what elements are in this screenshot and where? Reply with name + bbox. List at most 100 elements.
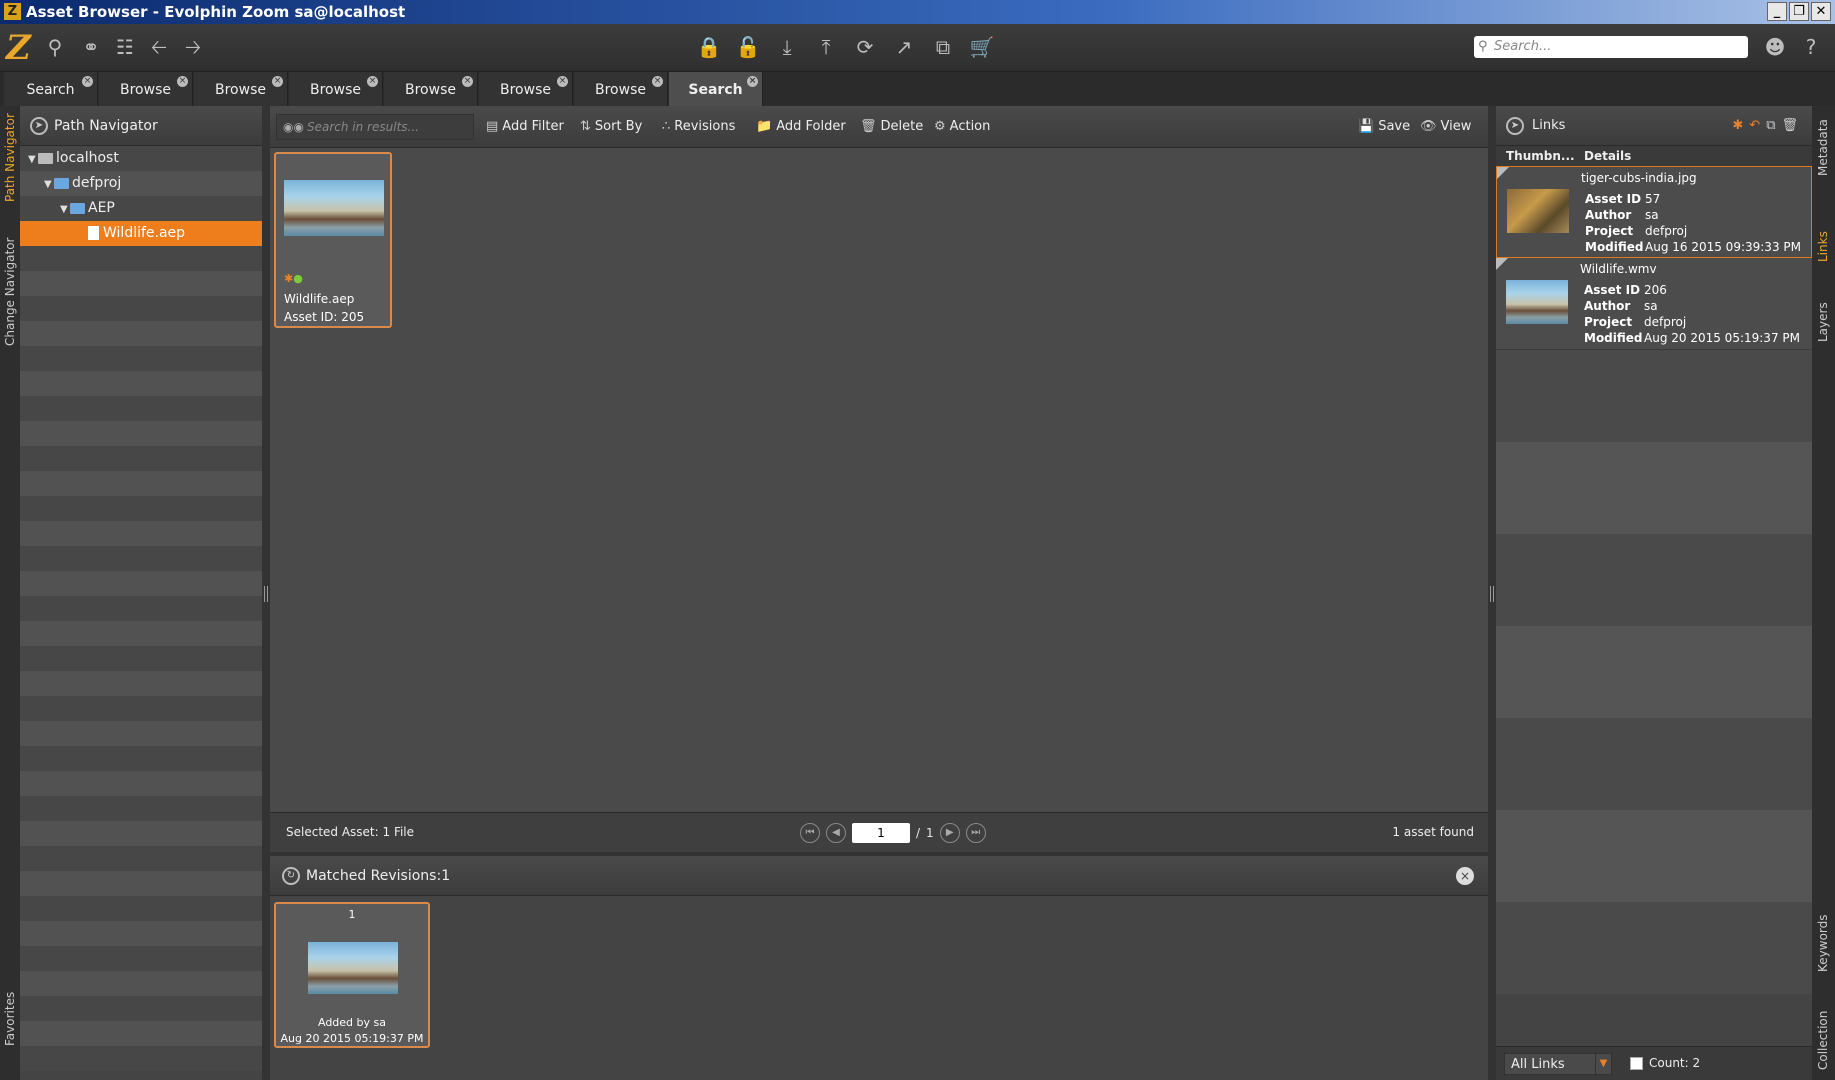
- globe-icon[interactable]: ⚭: [78, 34, 104, 60]
- links-title: Links: [1532, 118, 1566, 133]
- close-tab-icon[interactable]: ×: [462, 76, 473, 87]
- global-search-input[interactable]: ⚲ Search...: [1474, 36, 1748, 58]
- change-navigator-side-tab[interactable]: Change Navigator: [3, 238, 17, 346]
- thumbnail-column-header[interactable]: Thumbn...: [1506, 146, 1575, 166]
- tree-item-aep[interactable]: ▼ AEP: [20, 196, 262, 221]
- tab-search-active[interactable]: Search ×: [669, 72, 763, 106]
- keywords-side-tab[interactable]: Keywords: [1816, 914, 1830, 972]
- close-window-button[interactable]: ✕: [1811, 2, 1831, 21]
- tab-browse-4[interactable]: Browse ×: [384, 72, 478, 106]
- layers-side-tab[interactable]: Layers: [1816, 302, 1830, 342]
- action-button[interactable]: ⚙ Action: [934, 114, 990, 140]
- path-navigator-side-tab[interactable]: Path Navigator: [3, 113, 17, 202]
- close-tab-icon[interactable]: ×: [747, 76, 758, 87]
- metadata-side-tab[interactable]: Metadata: [1816, 119, 1830, 176]
- links-filter-select[interactable]: All Links ▼: [1504, 1053, 1612, 1075]
- tree-empty-row: [20, 371, 262, 396]
- advanced-search-icon[interactable]: ☷: [112, 34, 138, 60]
- delete-button[interactable]: 🗑 Delete: [860, 114, 923, 140]
- window-controls: _ ❐ ✕: [1767, 2, 1831, 21]
- tree-empty-row: [20, 1046, 262, 1071]
- undo-link-icon[interactable]: ↶: [1749, 118, 1766, 133]
- tab-browse-6[interactable]: Browse ×: [574, 72, 668, 106]
- file-icon: [88, 226, 99, 240]
- asset-card[interactable]: ✱● Wildlife.aep Asset ID: 205: [274, 152, 392, 328]
- tree-item-defproj[interactable]: ▼ defproj: [20, 171, 262, 196]
- expand-arrow-icon[interactable]: ▼: [28, 147, 38, 172]
- matched-revisions-title: Matched Revisions:1: [306, 868, 451, 884]
- add-link-icon[interactable]: ✱: [1732, 118, 1749, 133]
- selected-asset-text: Selected Asset: 1 File: [286, 825, 415, 839]
- revision-card[interactable]: 1 Added by sa Aug 20 2015 05:19:37 PM: [274, 902, 430, 1048]
- export-icon[interactable]: ↗: [891, 34, 917, 60]
- right-splitter[interactable]: [1488, 106, 1496, 1080]
- zoom-logo-icon[interactable]: Z: [6, 29, 31, 67]
- page-number-input[interactable]: 1: [852, 823, 910, 843]
- sync-icon[interactable]: ⟳: [852, 34, 878, 60]
- close-tab-icon[interactable]: ×: [82, 76, 93, 87]
- details-column-header[interactable]: Details: [1584, 146, 1631, 166]
- link-row[interactable]: tiger-cubs-india.jpg Asset ID 57 Author sa…: [1496, 166, 1812, 258]
- favorites-side-tab[interactable]: Favorites: [3, 992, 17, 1046]
- link-project: defproj: [1645, 224, 1688, 238]
- links-side-tab[interactable]: Links: [1816, 231, 1830, 262]
- tree-empty-row: [20, 346, 262, 371]
- expand-arrow-icon[interactable]: ▼: [44, 172, 54, 197]
- first-page-icon[interactable]: ⏮: [800, 823, 820, 843]
- forward-arrow-icon[interactable]: 🡢: [180, 34, 206, 60]
- back-arrow-icon[interactable]: 🡠: [146, 34, 172, 60]
- link-flag-icon: [1497, 167, 1509, 179]
- splitter-grip[interactable]: [1490, 586, 1494, 602]
- tab-browse-2[interactable]: Browse ×: [194, 72, 288, 106]
- path-tree: ▼ localhost ▼ defproj ▼ AEP Wildlife.aep: [20, 146, 262, 1071]
- next-page-icon[interactable]: ▶: [939, 823, 960, 843]
- lock-icon[interactable]: 🔒: [696, 34, 722, 60]
- compare-icon[interactable]: ⧉: [930, 34, 956, 60]
- app-logo-icon: Z: [4, 3, 21, 20]
- upload-icon[interactable]: ⤒: [813, 34, 839, 60]
- revision-date: Aug 20 2015 05:19:37 PM: [280, 1032, 424, 1045]
- help-icon[interactable]: ?: [1798, 34, 1824, 60]
- save-button[interactable]: 💾 Save: [1358, 114, 1410, 140]
- sort-by-button[interactable]: ⇅ Sort By: [580, 114, 642, 140]
- tree-empty-row: [20, 821, 262, 846]
- count-checkbox[interactable]: [1630, 1057, 1643, 1070]
- last-page-icon[interactable]: ⏭: [965, 823, 986, 843]
- view-button[interactable]: 👁 View: [1420, 114, 1471, 140]
- close-tab-icon[interactable]: ×: [177, 76, 188, 87]
- search-in-results-input[interactable]: ◉◉ Search in results...: [276, 114, 474, 140]
- collection-side-tab[interactable]: Collection: [1816, 1011, 1830, 1070]
- tree-item-wildlife-aep[interactable]: Wildlife.aep: [20, 221, 262, 246]
- tab-browse-3[interactable]: Browse ×: [289, 72, 383, 106]
- unlock-icon[interactable]: 🔓: [735, 34, 761, 60]
- minimize-button[interactable]: _: [1767, 2, 1787, 21]
- delete-link-icon[interactable]: 🗑: [1781, 118, 1804, 133]
- revision-thumbnail: [308, 942, 398, 994]
- tab-browse-1[interactable]: Browse ×: [99, 72, 193, 106]
- close-tab-icon[interactable]: ×: [652, 76, 663, 87]
- download-icon[interactable]: ⤓: [774, 34, 800, 60]
- search-icon[interactable]: ⚲: [42, 34, 68, 60]
- close-tab-icon[interactable]: ×: [367, 76, 378, 87]
- splitter-grip[interactable]: [264, 586, 268, 602]
- close-panel-icon[interactable]: ×: [1456, 867, 1474, 885]
- prev-page-icon[interactable]: ◀: [826, 823, 846, 843]
- tree-item-localhost[interactable]: ▼ localhost: [20, 146, 262, 171]
- revisions-button[interactable]: ∴ Revisions: [662, 114, 735, 140]
- restore-button[interactable]: ❐: [1789, 2, 1809, 21]
- tab-search-1[interactable]: Search ×: [4, 72, 98, 106]
- close-tab-icon[interactable]: ×: [557, 76, 568, 87]
- add-folder-button[interactable]: 📁 Add Folder: [756, 114, 846, 140]
- close-tab-icon[interactable]: ×: [272, 76, 283, 87]
- folder-icon: [70, 202, 85, 214]
- cart-icon[interactable]: 🛒: [969, 34, 995, 60]
- tab-label: Browse: [500, 82, 551, 98]
- add-filter-button[interactable]: ▤ Add Filter: [486, 114, 564, 140]
- expand-arrow-icon[interactable]: ▼: [60, 197, 70, 222]
- link-row[interactable]: Wildlife.wmv Asset ID 206 Author sa Projec…: [1496, 258, 1812, 350]
- path-navigator-title: Path Navigator: [54, 118, 158, 134]
- open-link-icon[interactable]: ⧉: [1766, 118, 1781, 133]
- tab-browse-5[interactable]: Browse ×: [479, 72, 573, 106]
- user-icon[interactable]: ☻: [1762, 34, 1788, 60]
- left-splitter[interactable]: [262, 106, 270, 1080]
